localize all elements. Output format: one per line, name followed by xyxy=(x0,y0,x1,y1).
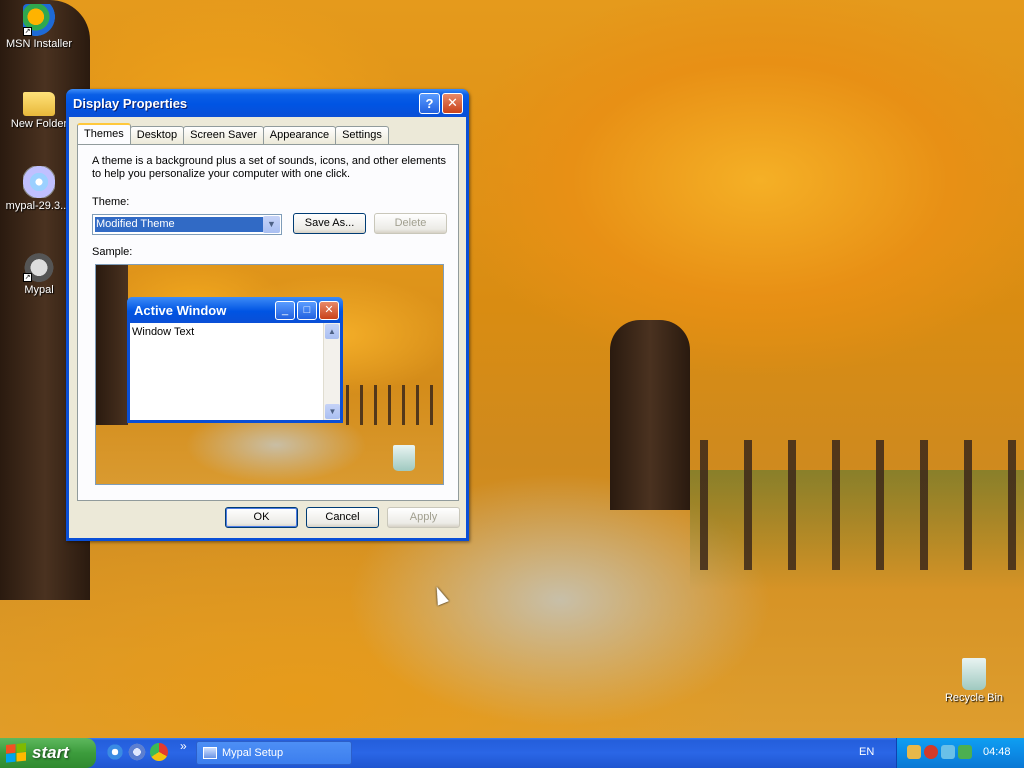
help-button[interactable]: ? xyxy=(419,92,440,114)
sample-label: Sample: xyxy=(92,246,133,258)
language-indicator[interactable]: EN xyxy=(859,746,874,758)
desktop-icon-label: Recycle Bin xyxy=(944,692,1004,704)
scroll-up-icon: ▲ xyxy=(325,324,339,339)
chevron-down-icon[interactable]: ▼ xyxy=(263,216,280,233)
msn-icon: ↗ xyxy=(23,4,55,36)
themes-tab-panel: A theme is a background plus a set of so… xyxy=(77,144,459,501)
sample-active-window: Active Window _ □ ✕ Window Text ▲ ▼ xyxy=(127,297,343,423)
start-button[interactable]: start xyxy=(0,738,96,768)
window-icon xyxy=(203,747,217,759)
theme-sample-preview: Active Window _ □ ✕ Window Text ▲ ▼ xyxy=(95,264,444,485)
security-shield-icon[interactable] xyxy=(924,745,938,759)
sample-window-body: Window Text ▲ ▼ xyxy=(130,323,340,420)
start-label: start xyxy=(32,743,69,762)
network-icon[interactable] xyxy=(907,745,921,759)
theme-dropdown-value: Modified Theme xyxy=(94,216,264,233)
internet-explorer-icon[interactable] xyxy=(106,743,124,761)
wallpaper-tree-trunk xyxy=(610,320,690,510)
sample-scrollbar: ▲ ▼ xyxy=(323,323,340,420)
wallpaper-fence xyxy=(700,440,1024,570)
window-title: Display Properties xyxy=(73,95,188,111)
chrome-icon[interactable] xyxy=(150,743,168,761)
recycle-bin-icon xyxy=(962,658,986,690)
taskbar-item-mypal-setup[interactable]: Mypal Setup xyxy=(196,741,352,765)
dialog-client-area: Themes Desktop Screen Saver Appearance S… xyxy=(69,117,466,538)
browser-icon[interactable] xyxy=(128,743,146,761)
tab-settings[interactable]: Settings xyxy=(335,126,389,144)
desktop-icon-msn-installer[interactable]: ↗ MSN Installer xyxy=(0,4,79,50)
taskbar-item-label: Mypal Setup xyxy=(222,747,284,759)
clock[interactable]: 04:48 xyxy=(983,746,1011,758)
sample-window-text: Window Text xyxy=(132,326,195,338)
disc-icon xyxy=(23,166,55,198)
window-titlebar[interactable]: Display Properties ? ✕ xyxy=(66,89,469,117)
minimize-icon: _ xyxy=(275,300,295,320)
safely-remove-hardware-icon[interactable] xyxy=(958,745,972,759)
display-properties-window: Display Properties ? ✕ Themes Desktop Sc… xyxy=(66,89,469,541)
apply-button[interactable]: Apply xyxy=(387,507,460,528)
close-icon: ✕ xyxy=(319,300,339,320)
sample-titlebar: Active Window _ □ ✕ xyxy=(127,297,343,323)
system-tray: 04:48 xyxy=(896,738,1024,768)
mouse-cursor-icon xyxy=(431,584,449,606)
ok-button[interactable]: OK xyxy=(225,507,298,528)
maximize-icon: □ xyxy=(297,300,317,320)
desktop-icon-recycle-bin[interactable]: Recycle Bin xyxy=(934,658,1014,704)
scroll-down-icon: ▼ xyxy=(325,404,340,419)
windows-logo-icon xyxy=(6,742,26,764)
sample-tree-trunk xyxy=(96,265,128,425)
tab-themes[interactable]: Themes xyxy=(77,123,131,144)
quick-launch-more-button[interactable]: » xyxy=(180,739,187,753)
tab-screen-saver[interactable]: Screen Saver xyxy=(183,126,264,144)
tab-desktop[interactable]: Desktop xyxy=(129,126,185,144)
close-button[interactable]: ✕ xyxy=(442,92,463,114)
cancel-button[interactable]: Cancel xyxy=(306,507,379,528)
sample-recycle-bin-icon xyxy=(393,445,415,471)
save-as-button[interactable]: Save As... xyxy=(293,213,366,234)
desktop-icon-label: MSN Installer xyxy=(5,38,73,50)
delete-button[interactable]: Delete xyxy=(374,213,447,234)
sample-window-title: Active Window xyxy=(134,302,227,318)
theme-label: Theme: xyxy=(92,196,130,208)
folder-icon xyxy=(23,92,55,116)
tab-appearance[interactable]: Appearance xyxy=(262,126,337,144)
mypal-icon: ↗ xyxy=(23,250,55,282)
sample-fence xyxy=(346,385,443,425)
taskbar: start » Mypal Setup EN 04:48 xyxy=(0,738,1024,768)
tab-strip: Themes Desktop Screen Saver Appearance S… xyxy=(77,123,389,144)
theme-dropdown[interactable]: Modified Theme ▼ xyxy=(92,214,282,235)
tray-app-icon[interactable] xyxy=(941,745,955,759)
theme-description: A theme is a background plus a set of so… xyxy=(92,155,447,180)
